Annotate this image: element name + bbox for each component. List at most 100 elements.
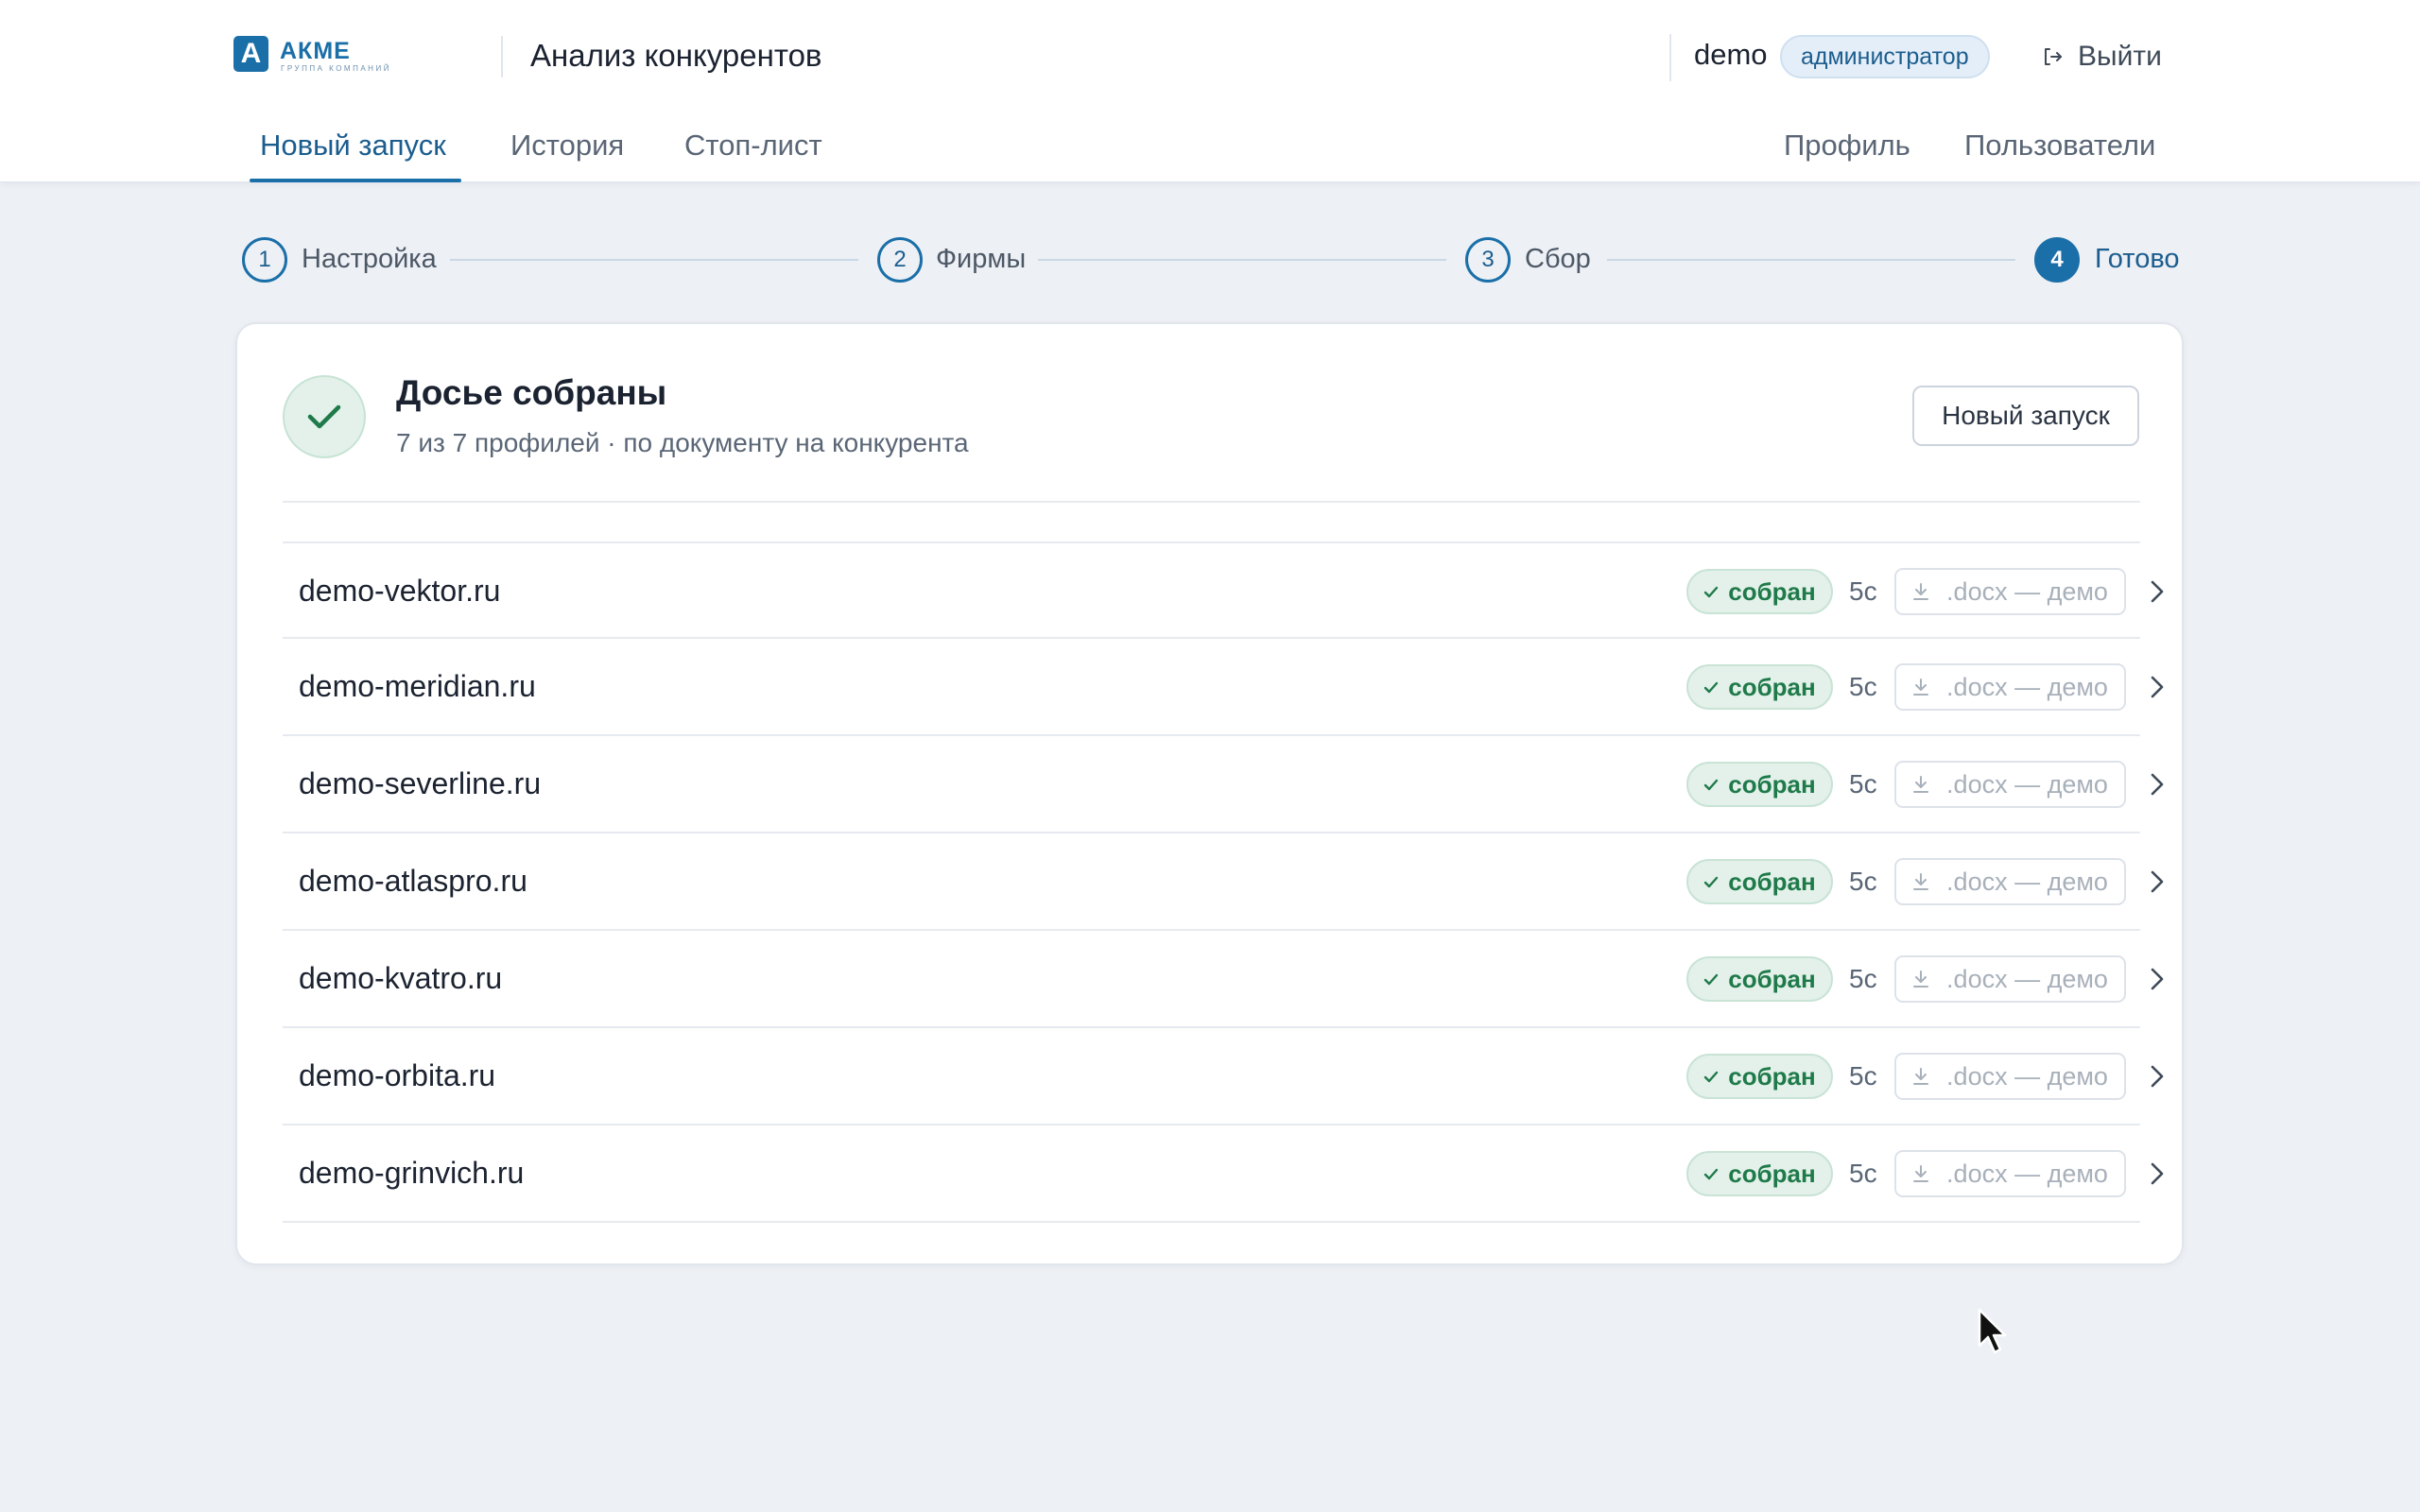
card-divider — [283, 501, 2140, 503]
row-domain: demo-atlaspro.ru — [299, 864, 527, 898]
logo-mark: A — [233, 36, 268, 72]
status-label: собран — [1728, 1159, 1816, 1188]
new-run-button[interactable]: Новый запуск — [1912, 386, 2139, 446]
app-title: Анализ конкурентов — [530, 38, 822, 73]
result-subtitle: 7 из 7 профилей · по документу на конкур… — [396, 428, 969, 457]
status-badge: собран — [1686, 664, 1833, 710]
logout-icon — [2045, 48, 2062, 65]
status-label: собран — [1728, 769, 1816, 799]
list-item[interactable]: demo-vektor.ru собран 5с .docx — демо — [283, 541, 2164, 639]
check-icon — [1704, 681, 1719, 693]
status-badge: собран — [1686, 1151, 1833, 1196]
row-domain: demo-grinvich.ru — [299, 1156, 525, 1190]
check-icon — [1704, 586, 1719, 597]
row-duration: 5с — [1849, 1159, 1877, 1188]
list-item[interactable]: demo-severline.ru собран 5с .docx — демо — [283, 736, 2164, 833]
step-4-label: Готово — [2095, 244, 2180, 274]
row-domain: demo-kvatro.ru — [299, 961, 503, 995]
status-badge: собран — [1686, 956, 1833, 1002]
row-domain: demo-orbita.ru — [299, 1058, 496, 1092]
chevron-right-icon[interactable] — [2145, 673, 2168, 701]
role-badge: администратор — [1780, 35, 1990, 78]
status-label: собран — [1728, 576, 1816, 606]
row-duration: 5с — [1849, 769, 1877, 799]
download-icon — [1913, 1165, 1929, 1182]
download-label: .docx — демо — [1946, 1159, 2108, 1188]
download-label: .docx — демо — [1946, 672, 2108, 701]
check-icon — [1704, 1071, 1719, 1082]
user-name: demo — [1694, 38, 1768, 71]
download-button[interactable]: .docx — демо — [1894, 955, 2126, 1003]
step-3-label: Сбор — [1525, 244, 1591, 274]
result-title: Досье собраны — [396, 373, 667, 412]
status-label: собран — [1728, 672, 1816, 701]
check-icon — [1704, 1168, 1719, 1179]
logo-name: АКМЕ — [280, 38, 351, 64]
row-duration: 5с — [1849, 964, 1877, 993]
chevron-right-icon[interactable] — [2145, 770, 2168, 799]
mouse-cursor-icon — [1978, 1308, 2007, 1354]
tab-history[interactable]: История — [510, 129, 624, 163]
status-badge: собран — [1686, 569, 1833, 614]
tab-new-run[interactable]: Новый запуск — [260, 129, 446, 163]
row-duration: 5с — [1849, 867, 1877, 896]
download-label: .docx — демо — [1946, 964, 2108, 993]
logo-subtitle: группа компаний — [281, 64, 391, 73]
chevron-right-icon[interactable] — [2145, 577, 2168, 606]
download-button[interactable]: .docx — демо — [1894, 858, 2126, 905]
chevron-right-icon[interactable] — [2145, 1160, 2168, 1188]
row-duration: 5с — [1849, 1061, 1877, 1091]
status-badge: собран — [1686, 762, 1833, 807]
logout-label: Выйти — [2078, 41, 2162, 72]
row-duration: 5с — [1849, 672, 1877, 701]
row-domain: demo-severline.ru — [299, 766, 542, 800]
download-button[interactable]: .docx — демо — [1894, 761, 2126, 808]
check-icon — [1704, 779, 1719, 790]
active-tab-indicator — [250, 179, 461, 182]
chevron-right-icon[interactable] — [2145, 1062, 2168, 1091]
tab-stop-list[interactable]: Стоп-лист — [684, 129, 822, 163]
status-label: собран — [1728, 1061, 1816, 1091]
status-badge: собран — [1686, 859, 1833, 904]
download-icon — [1913, 873, 1929, 890]
tab-users[interactable]: Пользователи — [1964, 129, 2155, 163]
step-connector — [450, 259, 858, 261]
chevron-right-icon[interactable] — [2145, 868, 2168, 896]
download-icon — [1913, 583, 1929, 600]
download-label: .docx — демо — [1946, 1061, 2108, 1091]
app-header: A АКМЕ группа компаний Анализ конкуренто… — [0, 0, 2420, 182]
download-icon — [1913, 1068, 1929, 1085]
step-3-number: 3 — [1465, 237, 1511, 283]
download-button[interactable]: .docx — демо — [1894, 1053, 2126, 1100]
download-button[interactable]: .docx — демо — [1894, 1150, 2126, 1197]
check-icon — [1704, 973, 1719, 985]
header-divider — [501, 36, 503, 77]
header-divider — [1669, 34, 1671, 81]
step-2-label: Фирмы — [936, 244, 1027, 274]
company-logo[interactable]: A АКМЕ группа компаний — [233, 36, 404, 76]
download-icon — [1913, 679, 1929, 696]
status-badge: собран — [1686, 1054, 1833, 1099]
row-domain: demo-meridian.ru — [299, 669, 536, 703]
download-button[interactable]: .docx — демо — [1894, 568, 2126, 615]
download-button[interactable]: .docx — демо — [1894, 663, 2126, 711]
download-label: .docx — демо — [1946, 867, 2108, 896]
step-connector — [1607, 259, 2015, 261]
list-item[interactable]: demo-atlaspro.ru собран 5с .docx — демо — [283, 833, 2164, 931]
step-1-number: 1 — [242, 237, 287, 283]
download-icon — [1913, 971, 1929, 988]
tab-profile[interactable]: Профиль — [1784, 129, 1910, 163]
logout-button[interactable]: Выйти — [2042, 38, 2162, 76]
status-label: собран — [1728, 867, 1816, 896]
chevron-right-icon[interactable] — [2145, 965, 2168, 993]
list-item[interactable]: demo-orbita.ru собран 5с .docx — демо — [283, 1028, 2164, 1125]
list-item[interactable]: demo-meridian.ru собран 5с .docx — демо — [283, 639, 2164, 736]
success-check-icon — [283, 375, 366, 458]
download-label: .docx — демо — [1946, 576, 2108, 606]
step-1-label: Настройка — [302, 244, 437, 274]
download-label: .docx — демо — [1946, 769, 2108, 799]
list-item[interactable]: demo-grinvich.ru собран 5с .docx — демо — [283, 1125, 2164, 1223]
result-card: Досье собраны 7 из 7 профилей · по докум… — [235, 322, 2184, 1265]
list-item[interactable]: demo-kvatro.ru собран 5с .docx — демо — [283, 931, 2164, 1028]
check-icon — [1704, 876, 1719, 887]
